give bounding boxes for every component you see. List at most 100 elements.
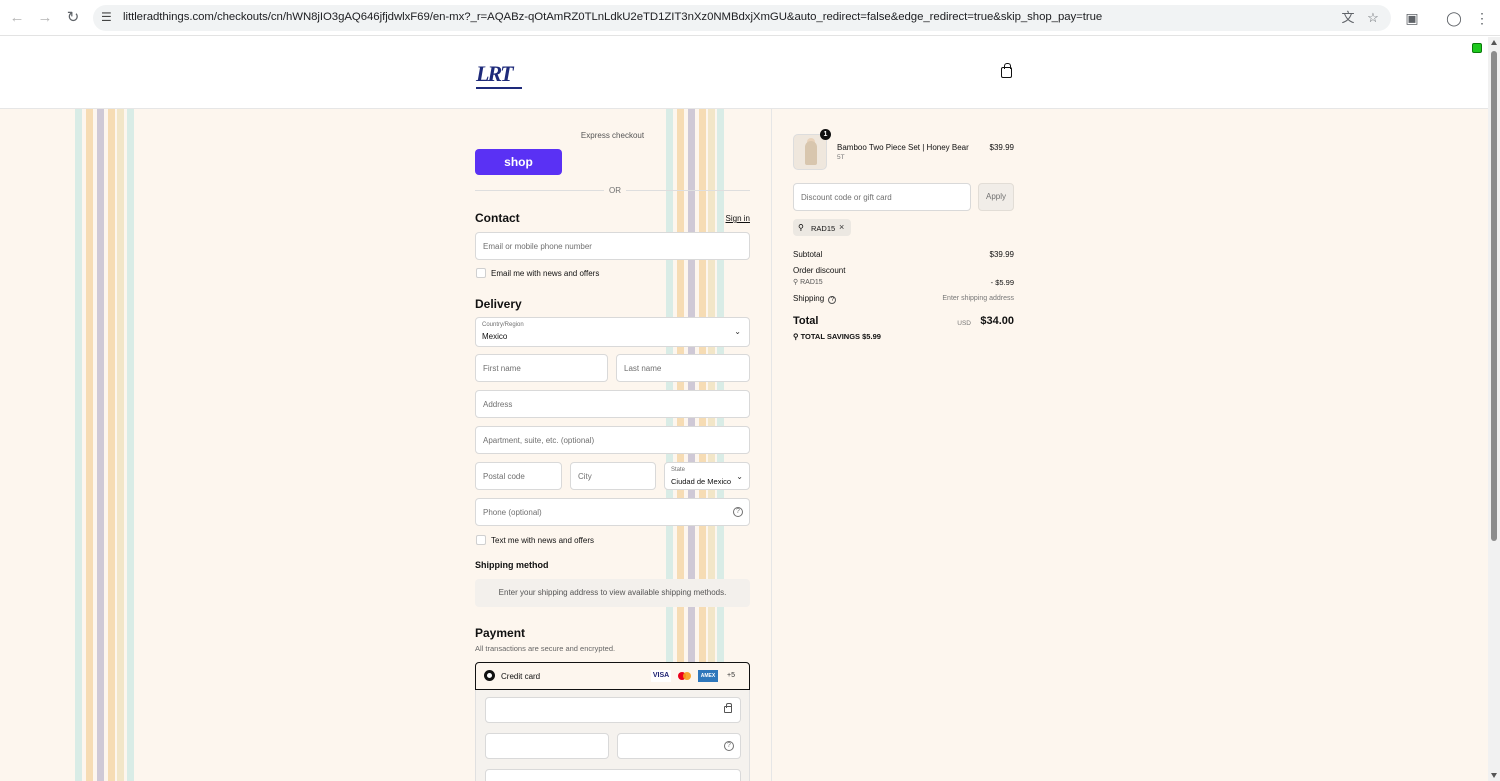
applied-discount-chip: ⚲ RAD15 × [793, 219, 851, 236]
mastercard-icon [676, 670, 694, 682]
payment-heading: Payment [475, 626, 526, 640]
forward-icon[interactable]: → [36, 9, 54, 27]
status-indicator [1472, 43, 1482, 53]
product-variant: 5T [837, 154, 845, 161]
logo-text: LRT [476, 61, 514, 86]
page-scrollbar[interactable] [1488, 37, 1500, 781]
extensions-icon[interactable]: ▣ [1403, 9, 1421, 27]
product-price: $39.99 [989, 143, 1014, 152]
city-field[interactable]: City [570, 462, 656, 490]
tag-icon: ⚲ [798, 223, 804, 232]
expiration-field[interactable] [485, 733, 609, 759]
checkout-form-panel: Express checkout shop OR Contact Sign in… [0, 109, 771, 781]
email-news-label: Email me with news and offers [491, 269, 600, 278]
shipping-method-heading: Shipping method [475, 560, 549, 570]
mastercard-orange [683, 672, 691, 680]
site-info-icon[interactable]: ☰ [101, 10, 115, 24]
city-placeholder: City [578, 472, 592, 481]
credit-card-option[interactable]: Credit card VISA AMEX +5 [475, 662, 750, 690]
chevron-down-icon: ⌄ [734, 327, 741, 336]
menu-icon[interactable]: ⋮ [1473, 9, 1491, 27]
contact-heading: Contact [475, 211, 520, 225]
stripe [75, 109, 82, 781]
quantity-badge: 1 [820, 129, 831, 140]
postal-code-field[interactable]: Postal code [475, 462, 562, 490]
payment-subtitle: All transactions are secure and encrypte… [475, 644, 616, 653]
express-checkout-label: Express checkout [580, 131, 645, 140]
discount-code-field[interactable]: Discount code or gift card [793, 183, 971, 211]
order-discount-label: Order discount [793, 266, 846, 275]
apartment-placeholder: Apartment, suite, etc. (optional) [483, 436, 595, 445]
security-code-field[interactable]: ? [617, 733, 741, 759]
postal-placeholder: Postal code [483, 472, 525, 481]
stripe [127, 109, 134, 781]
remove-discount-icon[interactable]: × [839, 222, 844, 232]
amex-icon: AMEX [698, 670, 718, 682]
discount-code: RAD15 [800, 279, 823, 286]
address-bar[interactable]: ☰ littleradthings.com/checkouts/cn/hWN8j… [93, 5, 1391, 31]
sign-in-link[interactable]: Sign in [726, 214, 750, 223]
country-select[interactable]: Country/Region Mexico ⌄ [475, 317, 750, 347]
browser-toolbar: ← → ↻ ☰ littleradthings.com/checkouts/cn… [0, 0, 1500, 36]
shipping-label: Shipping ? [793, 294, 837, 304]
profile-icon[interactable]: ◯ [1445, 9, 1463, 27]
tag-icon: ⚲ [793, 332, 799, 341]
visa-icon: VISA [651, 670, 671, 682]
radio-selected[interactable] [484, 670, 495, 681]
shipping-value: Enter shipping address [942, 295, 1014, 302]
last-name-placeholder: Last name [624, 364, 662, 373]
checkbox[interactable] [476, 535, 486, 545]
order-summary-panel: 1 Bamboo Two Piece Set | Honey Bear 5T $… [771, 109, 1488, 781]
delivery-heading: Delivery [475, 297, 522, 311]
scroll-down-icon[interactable] [1491, 773, 1497, 778]
back-icon[interactable]: ← [8, 9, 26, 27]
credit-card-label: Credit card [501, 672, 541, 681]
apartment-field[interactable]: Apartment, suite, etc. (optional) [475, 426, 750, 454]
last-name-field[interactable]: Last name [616, 354, 750, 382]
apply-button[interactable]: Apply [978, 183, 1014, 211]
shopping-bag-icon[interactable] [1001, 63, 1012, 78]
total-savings-row: ⚲ TOTAL SAVINGS $5.99 [793, 332, 881, 341]
discount-placeholder: Discount code or gift card [801, 193, 892, 202]
reload-icon[interactable]: ↻ [64, 9, 82, 27]
help-icon[interactable]: ? [828, 296, 837, 304]
name-on-card-field[interactable] [485, 769, 741, 781]
state-select[interactable]: State Ciudad de Mexico ⌄ [664, 462, 750, 490]
more-cards-badge: +5 [727, 672, 735, 679]
country-label: Country/Region [482, 322, 524, 328]
translate-icon[interactable]: 文 [1340, 10, 1356, 26]
chevron-down-icon: ⌄ [736, 472, 743, 481]
card-fields-panel: ? [475, 690, 750, 781]
shop-pay-button[interactable]: shop [475, 149, 562, 175]
checkbox[interactable] [476, 268, 486, 278]
product-image-body [805, 141, 817, 165]
logo-underline [476, 87, 522, 89]
email-placeholder: Email or mobile phone number [483, 242, 592, 251]
address-field[interactable]: Address [475, 390, 750, 418]
stripe [97, 109, 104, 781]
bookmark-star-icon[interactable]: ☆ [1365, 10, 1381, 26]
help-icon[interactable]: ? [724, 741, 734, 751]
phone-field[interactable]: Phone (optional) ? [475, 498, 750, 526]
email-field[interactable]: Email or mobile phone number [475, 232, 750, 260]
first-name-field[interactable]: First name [475, 354, 608, 382]
discount-value: - $5.99 [990, 278, 1014, 287]
checkout-header: LRT [0, 37, 1488, 109]
scrollbar-thumb[interactable] [1491, 51, 1497, 541]
tag-icon: ⚲ [793, 279, 799, 286]
scroll-up-icon[interactable] [1491, 40, 1497, 45]
text-news-label: Text me with news and offers [491, 536, 595, 545]
url-text[interactable]: littleradthings.com/checkouts/cn/hWN8jIO… [123, 11, 1102, 23]
store-logo[interactable]: LRT [476, 61, 522, 89]
help-icon[interactable]: ? [733, 507, 743, 517]
stripe [86, 109, 93, 781]
subtotal-value: $39.99 [989, 250, 1014, 259]
phone-placeholder: Phone (optional) [483, 508, 542, 517]
product-name: Bamboo Two Piece Set | Honey Bear [837, 143, 969, 152]
country-value: Mexico [482, 332, 508, 341]
savings-value: $5.99 [862, 332, 881, 341]
state-value: Ciudad de Mexico [671, 477, 732, 486]
or-label: OR [604, 186, 626, 195]
savings-label: TOTAL SAVINGS [800, 332, 861, 341]
card-number-field[interactable] [485, 697, 741, 723]
